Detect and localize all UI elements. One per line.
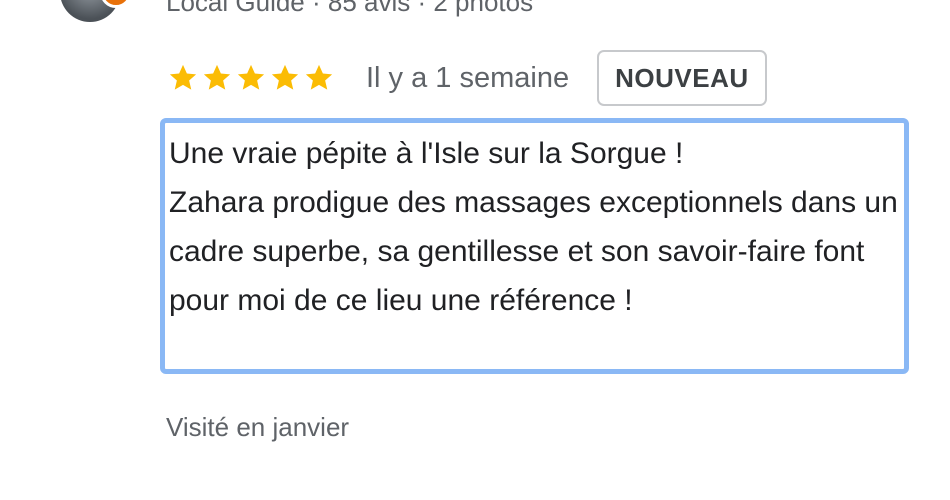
reviewer-header: Local Guide · 85 avis · 2 photos bbox=[60, 0, 533, 22]
star-rating bbox=[168, 63, 334, 93]
star-icon bbox=[203, 64, 231, 90]
visited-date: Visité en janvier bbox=[166, 412, 350, 442]
rating-row: Il y a 1 semaine NOUVEAU bbox=[168, 48, 767, 108]
new-badge: NOUVEAU bbox=[597, 50, 767, 106]
review-text-line: Une vraie pépite à l'Isle sur la Sorgue … bbox=[169, 137, 684, 170]
local-guide-badge-icon bbox=[100, 0, 132, 8]
review-text-line: Zahara prodigue des massages exceptionne… bbox=[169, 186, 898, 317]
review-text[interactable]: Une vraie pépite à l'Isle sur la Sorgue … bbox=[160, 118, 909, 374]
star-icon bbox=[271, 64, 299, 90]
star-icon bbox=[237, 64, 265, 90]
review-card: Local Guide · 85 avis · 2 photos Il y a … bbox=[0, 0, 950, 500]
star-icon bbox=[169, 64, 197, 90]
reviewer-meta: Local Guide · 85 avis · 2 photos bbox=[166, 0, 534, 17]
star-icon bbox=[305, 64, 333, 90]
review-time: Il y a 1 semaine bbox=[366, 61, 570, 94]
avatar[interactable] bbox=[60, 0, 132, 22]
